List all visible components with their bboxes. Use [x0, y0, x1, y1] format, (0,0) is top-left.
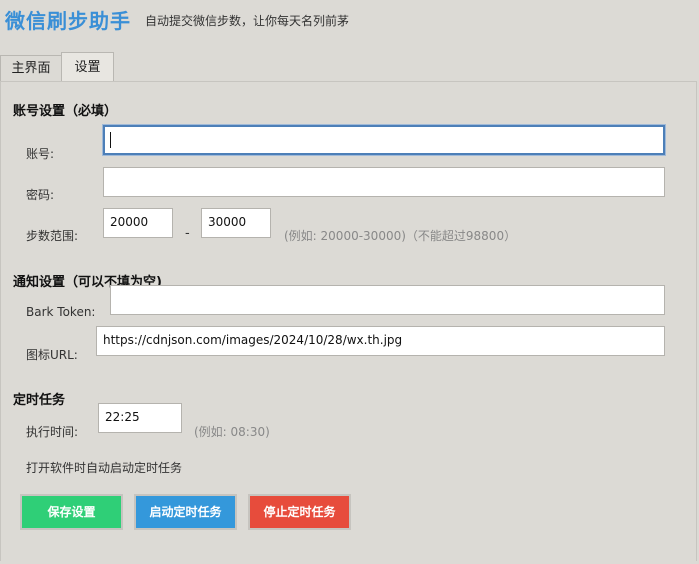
app-subtitle: 自动提交微信步数，让你每天名列前茅: [145, 14, 350, 28]
execute-time-hint: (例如: 08:30): [194, 425, 270, 439]
account-input[interactable]: [103, 125, 665, 155]
icon-url-input[interactable]: https://cdnjson.com/images/2024/10/28/wx…: [96, 326, 665, 356]
account-label: 账号:: [26, 147, 55, 161]
steps-range-hint: (例如: 20000-30000)（不能超过98800）: [284, 229, 517, 243]
steps-min-input[interactable]: 20000: [103, 208, 173, 238]
bark-token-input[interactable]: [110, 285, 665, 315]
app-title: 微信刷步助手: [5, 9, 131, 33]
steps-range-label: 步数范围:: [26, 229, 79, 243]
save-settings-button[interactable]: 保存设置: [20, 494, 123, 530]
password-input[interactable]: [103, 167, 665, 197]
execute-time-label: 执行时间:: [26, 425, 79, 439]
bark-token-label: Bark Token:: [26, 305, 96, 319]
app-header: 微信刷步助手 自动提交微信步数，让你每天名列前茅: [0, 0, 699, 38]
tab-settings[interactable]: 设置: [61, 52, 114, 82]
icon-url-label: 图标URL:: [26, 348, 78, 362]
settings-content: 账号设置（必填） 账号: 密码: 步数范围: 20000 - 30000 (例如…: [9, 94, 681, 564]
steps-range-dash: -: [185, 226, 190, 241]
tab-main[interactable]: 主界面: [0, 55, 62, 82]
settings-panel: 账号设置（必填） 账号: 密码: 步数范围: 20000 - 30000 (例如…: [0, 81, 697, 561]
text-caret: [110, 132, 111, 148]
tab-bar: 主界面 设置: [0, 52, 699, 82]
account-section-title: 账号设置（必填）: [13, 104, 118, 119]
password-label: 密码:: [26, 188, 55, 202]
steps-max-input[interactable]: 30000: [201, 208, 271, 238]
execute-time-input[interactable]: 22:25: [98, 403, 182, 433]
stop-schedule-button[interactable]: 停止定时任务: [248, 494, 351, 530]
start-schedule-button[interactable]: 启动定时任务: [134, 494, 237, 530]
auto-start-option[interactable]: 打开软件时自动启动定时任务: [26, 459, 182, 476]
schedule-section-title: 定时任务: [13, 393, 66, 408]
